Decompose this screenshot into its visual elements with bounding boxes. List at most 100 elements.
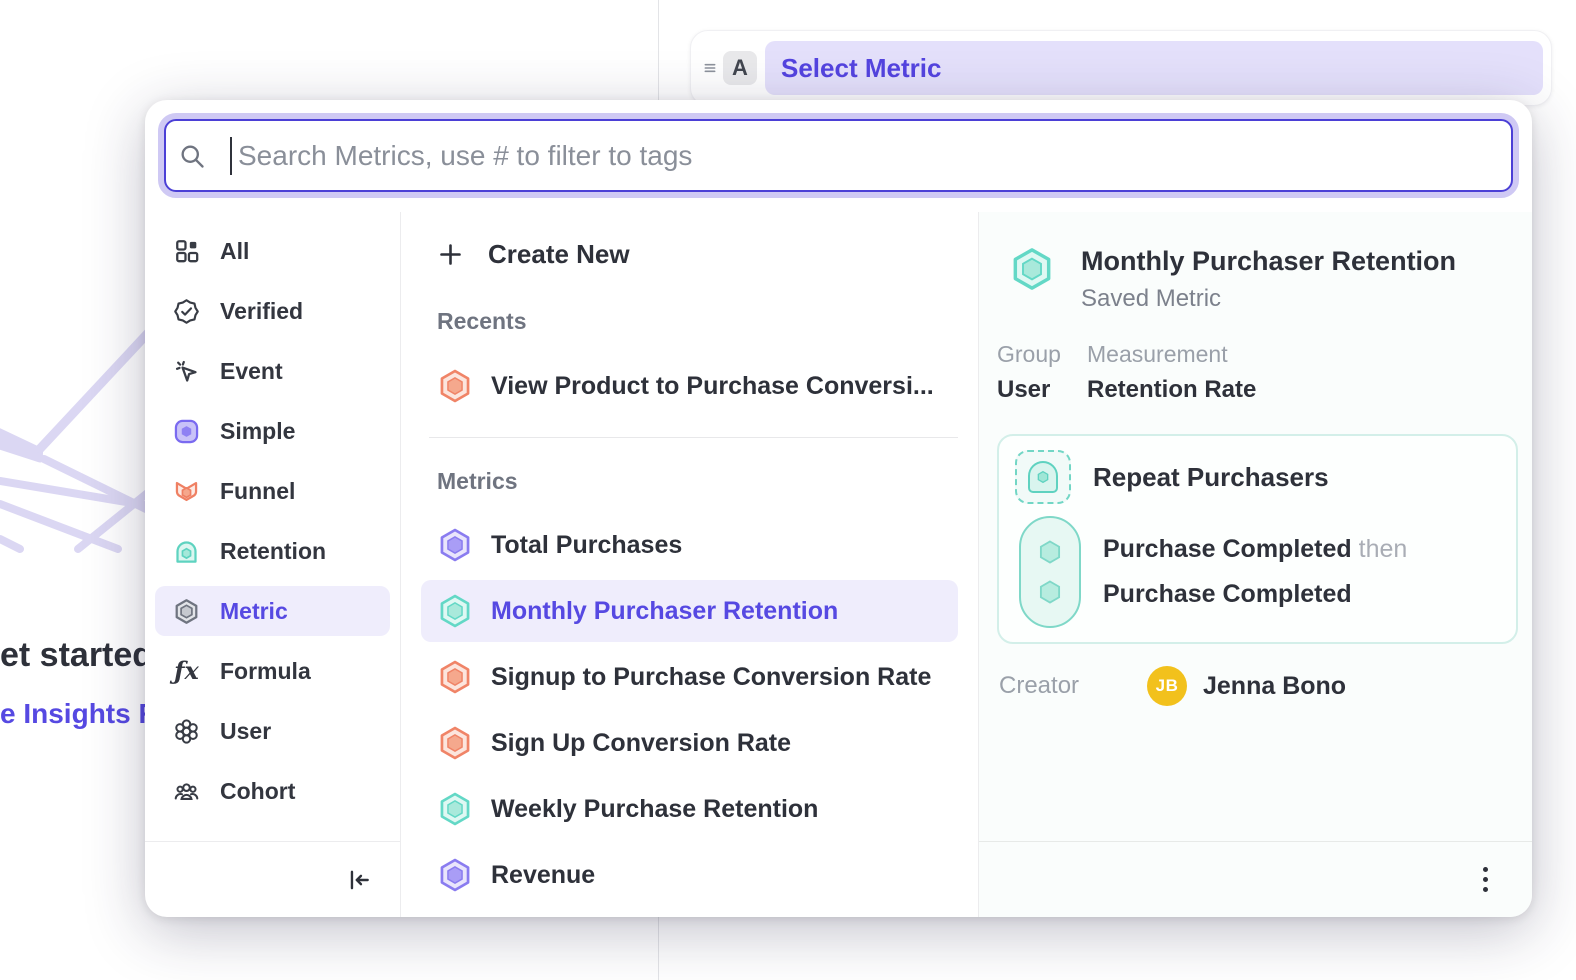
sidebar-item-simple[interactable]: Simple	[155, 406, 390, 456]
metric-item-revenue[interactable]: Revenue	[421, 844, 958, 906]
filter-sidebar: All Verified	[145, 212, 401, 917]
details-footer	[979, 841, 1532, 917]
sidebar-item-label: Cohort	[220, 778, 295, 805]
sidebar-item-metric[interactable]: Metric	[155, 586, 390, 636]
search-icon	[178, 142, 206, 170]
metric-item-monthly-purchaser-retention[interactable]: Monthly Purchaser Retention	[421, 580, 958, 642]
metric-picker-modal: All Verified	[145, 100, 1532, 917]
search-input[interactable]	[238, 140, 1495, 172]
sidebar-item-label: All	[220, 238, 249, 265]
sidebar-item-label: Retention	[220, 538, 326, 565]
sidebar-item-label: Event	[220, 358, 283, 385]
formula-icon: ƒx	[173, 658, 200, 685]
details-type: Saved Metric	[1081, 285, 1456, 313]
metric-item-signup-to-purchase-conversion-rate[interactable]: Signup to Purchase Conversion Rate	[421, 646, 958, 708]
event-cursor-icon	[173, 358, 200, 385]
metric-item-sign-up-conversion-rate[interactable]: Sign Up Conversion Rate	[421, 712, 958, 774]
plus-icon	[437, 241, 464, 268]
group-label: Group	[997, 341, 1087, 368]
simple-metric-icon	[173, 418, 200, 445]
cohort-definition-card: Repeat Purchasers	[997, 434, 1518, 644]
sidebar-item-label: Verified	[220, 298, 303, 325]
step-connector: then	[1359, 535, 1408, 563]
event-sequence-capsule	[1019, 516, 1081, 628]
sidebar-item-cohort[interactable]: Cohort	[155, 766, 390, 816]
details-meta: Group User Measurement Retention Rate	[997, 341, 1518, 404]
verified-badge-icon	[173, 298, 200, 325]
get-started-text: et started.	[0, 636, 163, 675]
details-header: Monthly Purchaser Retention Saved Metric	[997, 246, 1518, 313]
create-new-button[interactable]: Create New	[437, 232, 958, 276]
funnel-icon	[173, 478, 200, 505]
step-2-event: Purchase Completed	[1103, 580, 1407, 609]
filter-list: All Verified	[145, 212, 400, 841]
teal-hexagon-icon	[437, 791, 473, 827]
sidebar-item-user[interactable]: User	[155, 706, 390, 756]
create-new-label: Create New	[488, 239, 630, 270]
cohort-retention-icon	[1015, 450, 1071, 504]
sidebar-item-formula[interactable]: ƒx Formula	[155, 646, 390, 696]
list-divider	[429, 437, 958, 438]
metric-hexagon-icon	[173, 598, 200, 625]
teal-hexagon-icon	[1009, 246, 1055, 292]
series-letter-badge: A	[723, 51, 757, 85]
search-focus-ring	[158, 113, 1519, 198]
recent-item-view-product-to-purchase-conversion[interactable]: View Product to Purchase Conversi...	[421, 355, 958, 417]
metric-details-content: Monthly Purchaser Retention Saved Metric…	[979, 212, 1532, 841]
metric-row: A Select Metric	[690, 30, 1552, 106]
creator-row: Creator JB Jenna Bono	[997, 666, 1518, 706]
teal-hexagon-icon	[437, 593, 473, 629]
more-options-icon[interactable]	[1477, 861, 1494, 898]
purple-hexagon-icon	[437, 527, 473, 563]
collapse-sidebar-icon[interactable]	[346, 867, 372, 893]
creator-avatar: JB	[1147, 666, 1187, 706]
cohort-card-title: Repeat Purchasers	[1093, 462, 1329, 493]
cohort-icon	[173, 778, 200, 805]
sidebar-item-label: Metric	[220, 598, 288, 625]
metric-item-label: Weekly Purchase Retention	[491, 795, 818, 824]
measurement-label: Measurement	[1087, 341, 1256, 368]
drag-handle-icon[interactable]	[699, 60, 721, 76]
search-box	[164, 119, 1513, 192]
metric-item-label: Revenue	[491, 861, 595, 890]
step-1-event: Purchase Completed	[1103, 535, 1352, 563]
sidebar-item-retention[interactable]: Retention	[155, 526, 390, 576]
metric-item-label: Signup to Purchase Conversion Rate	[491, 663, 931, 692]
grid-icon	[173, 238, 200, 265]
metrics-section-header: Metrics	[437, 468, 958, 495]
teal-hexagon-icon	[1036, 578, 1064, 606]
select-metric-label: Select Metric	[781, 53, 941, 84]
results-list: Create New Recents View Product to Purch…	[401, 212, 979, 917]
metric-item-weekly-purchase-retention[interactable]: Weekly Purchase Retention	[421, 778, 958, 840]
metric-item-total-purchases[interactable]: Total Purchases	[421, 514, 958, 576]
text-caret	[230, 137, 232, 175]
sidebar-item-label: Funnel	[220, 478, 295, 505]
metric-item-label: Sign Up Conversion Rate	[491, 729, 791, 758]
retention-icon	[173, 538, 200, 565]
sidebar-footer	[145, 841, 400, 917]
recent-item-label: View Product to Purchase Conversi...	[491, 372, 934, 401]
user-icon	[173, 718, 200, 745]
purple-hexagon-icon	[437, 857, 473, 893]
sidebar-item-all[interactable]: All	[155, 226, 390, 276]
creator-name: Jenna Bono	[1203, 672, 1346, 701]
teal-hexagon-icon	[1036, 538, 1064, 566]
sidebar-item-verified[interactable]: Verified	[155, 286, 390, 336]
metric-item-label: Total Purchases	[491, 531, 682, 560]
empty-state-doodle	[0, 325, 152, 563]
details-title: Monthly Purchaser Retention	[1081, 246, 1456, 277]
metric-item-label: Monthly Purchaser Retention	[491, 597, 838, 626]
sidebar-item-event[interactable]: Event	[155, 346, 390, 396]
creator-label: Creator	[999, 672, 1147, 700]
sidebar-item-label: User	[220, 718, 271, 745]
recents-section-header: Recents	[437, 308, 958, 335]
metric-details-panel: Monthly Purchaser Retention Saved Metric…	[979, 212, 1532, 917]
coral-hexagon-icon	[437, 659, 473, 695]
screen: et started. e Insights Re A Select Metri…	[0, 0, 1576, 980]
sidebar-item-label: Formula	[220, 658, 311, 685]
coral-hexagon-icon	[437, 725, 473, 761]
group-value: User	[997, 376, 1087, 404]
sidebar-item-funnel[interactable]: Funnel	[155, 466, 390, 516]
modal-body: All Verified	[145, 212, 1532, 917]
select-metric-button[interactable]: Select Metric	[765, 41, 1543, 95]
